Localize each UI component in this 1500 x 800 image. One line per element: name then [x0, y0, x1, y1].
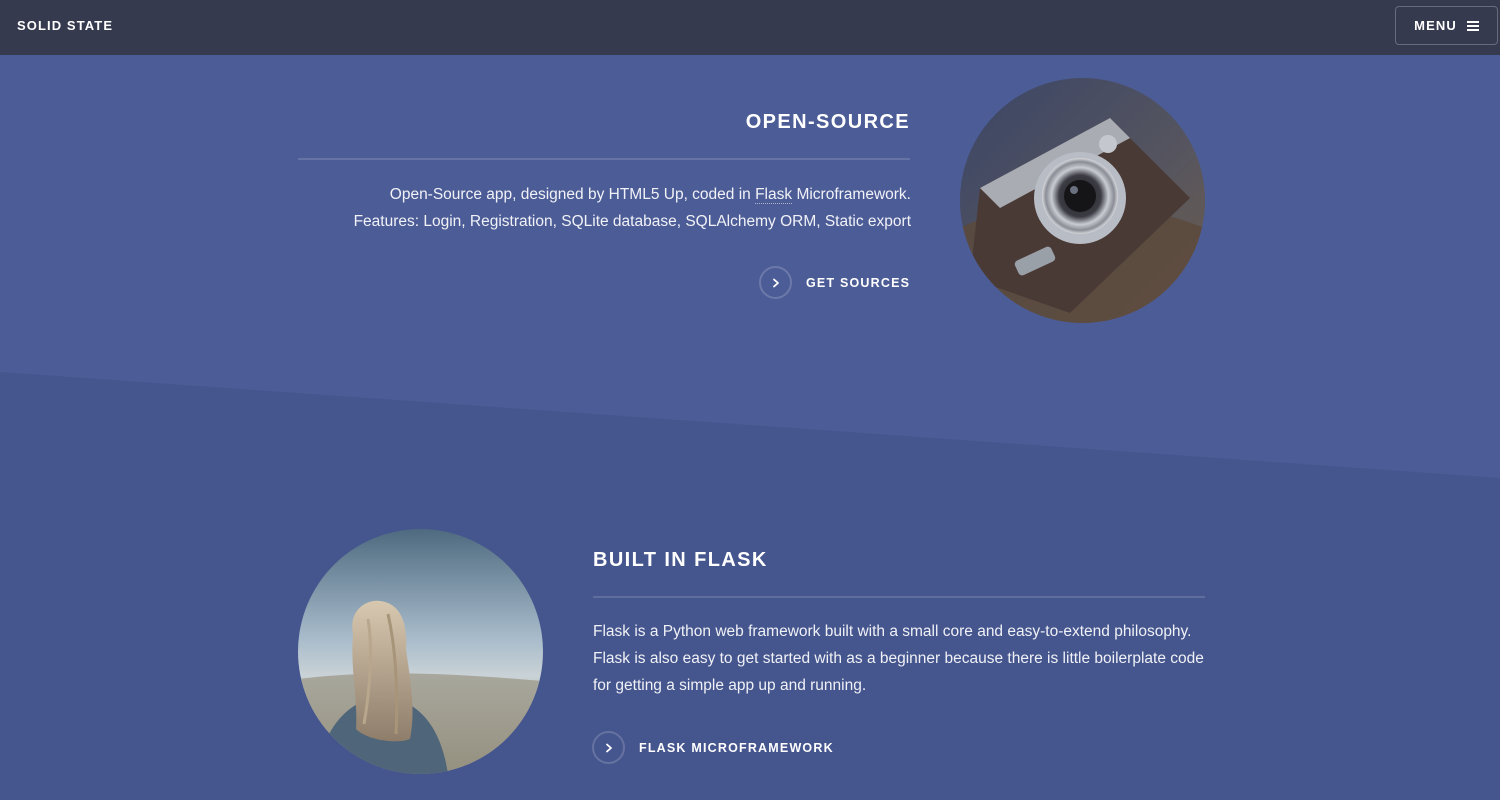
site-logo[interactable]: SOLID STATE: [17, 18, 113, 33]
menu-button-label: MENU: [1414, 18, 1457, 33]
menu-button[interactable]: MENU: [1395, 6, 1498, 45]
flask-description: Flask is a Python web framework built wi…: [593, 623, 1204, 694]
description-text: Microframework.: [792, 186, 911, 203]
flask-microframework-label: FLASK MICROFRAMEWORK: [639, 740, 834, 755]
features-text: Features: Login, Registration, SQLite da…: [353, 213, 911, 230]
woman-landscape-photo-image: [298, 529, 543, 774]
flask-microframework-button[interactable]: FLASK MICROFRAMEWORK: [592, 731, 834, 764]
flask-link[interactable]: Flask: [755, 186, 793, 204]
chevron-right-icon: [592, 731, 625, 764]
open-source-divider: [298, 158, 910, 160]
top-header: SOLID STATE MENU: [0, 0, 1500, 55]
hamburger-icon: [1466, 20, 1479, 31]
get-sources-button[interactable]: GET SOURCES: [759, 266, 910, 299]
open-source-description: Open-Source app, designed by HTML5 Up, c…: [298, 181, 911, 235]
get-sources-label: GET SOURCES: [806, 275, 911, 290]
flask-divider: [593, 596, 1205, 598]
flask-heading: BUILT IN FLASK: [593, 549, 768, 571]
chevron-right-icon: [759, 266, 792, 299]
section-divider-slant: [0, 372, 1500, 480]
camera-photo-image: [960, 78, 1205, 323]
open-source-heading: OPEN-SOURCE: [745, 111, 910, 133]
description-text: Open-Source app, designed by HTML5 Up, c…: [389, 186, 756, 203]
